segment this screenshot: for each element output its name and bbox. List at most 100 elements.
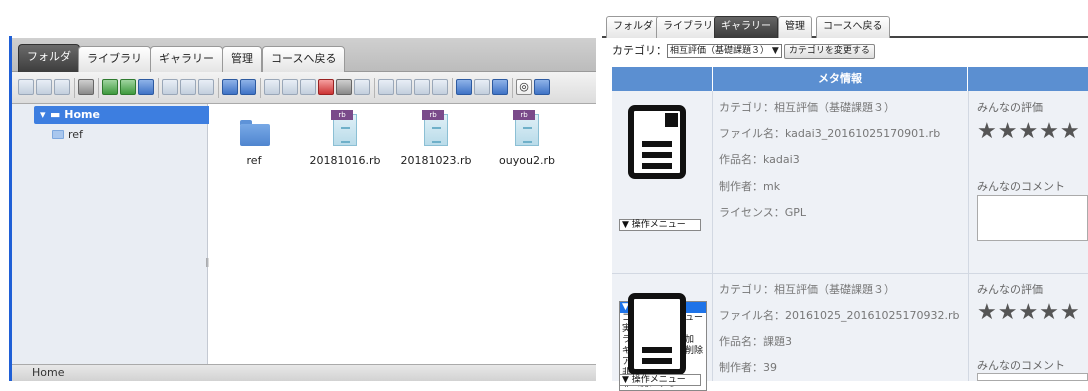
tree-item-label: ref [68,128,83,141]
operation-menu-select[interactable]: ▼ 操作メニュー [619,374,701,386]
up-icon[interactable] [54,79,70,95]
redo-icon[interactable] [240,79,256,95]
file-badge: rb [331,110,353,120]
status-bar: Home [12,364,596,381]
sort-icon[interactable] [492,79,508,95]
copy-icon[interactable] [264,79,280,95]
search-icon[interactable] [432,79,448,95]
icon-view-icon[interactable] [456,79,472,95]
paste-icon[interactable] [300,79,316,95]
toolbar-separator [374,78,375,98]
view-eye-icon[interactable]: ◎ [516,79,532,95]
document-icon [628,105,686,179]
category-select[interactable]: 相互評価（基礎課題３） ▼ [667,44,782,58]
category-row: カテゴリ： 相互評価（基礎課題３） ▼ カテゴリを変更する [612,42,875,59]
entry-author: 制作者：39 [719,361,777,374]
meta-info-header: メタ情報 [712,67,968,91]
tab-library[interactable]: ライブラリ [656,16,720,38]
rating-label: みんなの評価 [977,283,1043,296]
tab-folder[interactable]: フォルダ [606,16,660,38]
toolbar-separator [452,78,453,98]
file-badge: rb [513,110,535,120]
duplicate-icon[interactable] [354,79,370,95]
gallery-table: メタ情報 ▼ 操作メニュー ▼ 操作メニュー コードをプレビュー 実行 ライブラ… [612,67,1088,391]
tab-folder[interactable]: フォルダ [18,44,80,72]
file-name: ref [246,154,262,167]
undo-icon[interactable] [222,79,238,95]
comment-box[interactable] [977,373,1088,381]
cut-icon[interactable] [282,79,298,95]
file-grid: ref rb 20181016.rb rb 20181023.rb rb ouy… [209,104,596,364]
tab-gallery[interactable]: ギャラリー [150,46,223,72]
entry-category: カテゴリ：相互評価（基礎課題３） [719,101,895,114]
folder-icon [52,130,64,139]
archive-icon[interactable] [414,79,430,95]
file-name: ouyou2.rb [499,154,555,167]
rating-label: みんなの評価 [977,101,1043,114]
info-icon[interactable] [198,79,214,95]
help-icon[interactable] [534,79,550,95]
left-tab-bar: フォルダ ライブラリ ギャラリー 管理 コースへ戻る [12,38,596,72]
open-icon[interactable] [162,79,178,95]
toolbar-separator [158,78,159,98]
right-tab-bar: フォルダ ライブラリ ギャラリー 管理 コースへ戻る [602,14,1088,38]
file-badge: rb [422,110,444,120]
table-header: メタ情報 [612,67,1088,91]
tree-item-ref[interactable]: ref [52,126,83,144]
drive-icon: ▬ [50,108,65,121]
list-view-icon[interactable] [474,79,490,95]
file-manager-panel: フォルダ ライブラリ ギャラリー 管理 コースへ戻る ◎ ▾ ▬ Home re… [0,0,596,381]
delete-icon[interactable] [318,79,334,95]
tab-gallery[interactable]: ギャラリー [714,16,778,38]
forward-icon[interactable] [36,79,52,95]
home-icon[interactable] [78,79,94,95]
back-icon[interactable] [18,79,34,95]
entry-filename: ファイル名：kadai3_20161025170901.rb [719,127,941,140]
comment-box[interactable] [977,195,1088,241]
tab-admin[interactable]: 管理 [778,16,812,38]
change-category-button[interactable]: カテゴリを変更する [783,44,875,59]
toolbar-separator [74,78,75,98]
rename-icon[interactable] [336,79,352,95]
tree-expand-icon[interactable]: ▾ [40,106,50,124]
entry-license: ライセンス：GPL [719,206,807,219]
toolbar-separator [512,78,513,98]
file-name: 20181016.rb [309,154,381,167]
gallery-panel: フォルダ ライブラリ ギャラリー 管理 コースへ戻る カテゴリ： 相互評価（基礎課… [602,0,1088,391]
extract-icon[interactable] [396,79,412,95]
tab-back-to-course[interactable]: コースへ戻る [816,16,890,38]
tab-back-to-course[interactable]: コースへ戻る [262,46,346,72]
entry-filename: ファイル名：20161025_20161025170932.rb [719,309,960,322]
star-rating[interactable]: ★★★★★ [977,119,1081,144]
tab-admin[interactable]: 管理 [222,46,262,72]
save-icon[interactable] [138,79,154,95]
document-icon [628,293,686,375]
operation-menu-select[interactable]: ▼ 操作メニュー [619,219,701,231]
folder-icon [240,120,270,146]
ruby-file-icon: rb [513,110,541,146]
tab-library[interactable]: ライブラリ [78,46,151,72]
entry-title: 作品名：kadai3 [719,153,800,166]
ruby-file-icon: rb [422,110,450,146]
ruby-file-icon: rb [331,110,359,146]
comment-label: みんなのコメント [977,359,1065,372]
new-file-icon[interactable] [120,79,136,95]
star-rating[interactable]: ★★★★★ [977,300,1081,325]
download-icon[interactable] [180,79,196,95]
new-folder-icon[interactable] [102,79,118,95]
column-divider [968,91,969,381]
file-name: 20181023.rb [400,154,472,167]
toolbar-separator [98,78,99,98]
comment-label: みんなのコメント [977,180,1065,193]
entry-category: カテゴリ：相互評価（基礎課題３） [719,283,895,296]
entry-title: 作品名：課題3 [719,335,792,348]
category-label: カテゴリ： [612,44,667,57]
file-toolbar: ◎ [12,72,596,104]
edit-icon[interactable] [378,79,394,95]
row-divider [612,273,1088,274]
tree-item-home[interactable]: ▾ ▬ Home [34,106,218,124]
tree-item-label: Home [64,108,100,121]
toolbar-separator [218,78,219,98]
column-divider [712,91,713,381]
category-value: 相互評価（基礎課題３） [670,46,770,56]
